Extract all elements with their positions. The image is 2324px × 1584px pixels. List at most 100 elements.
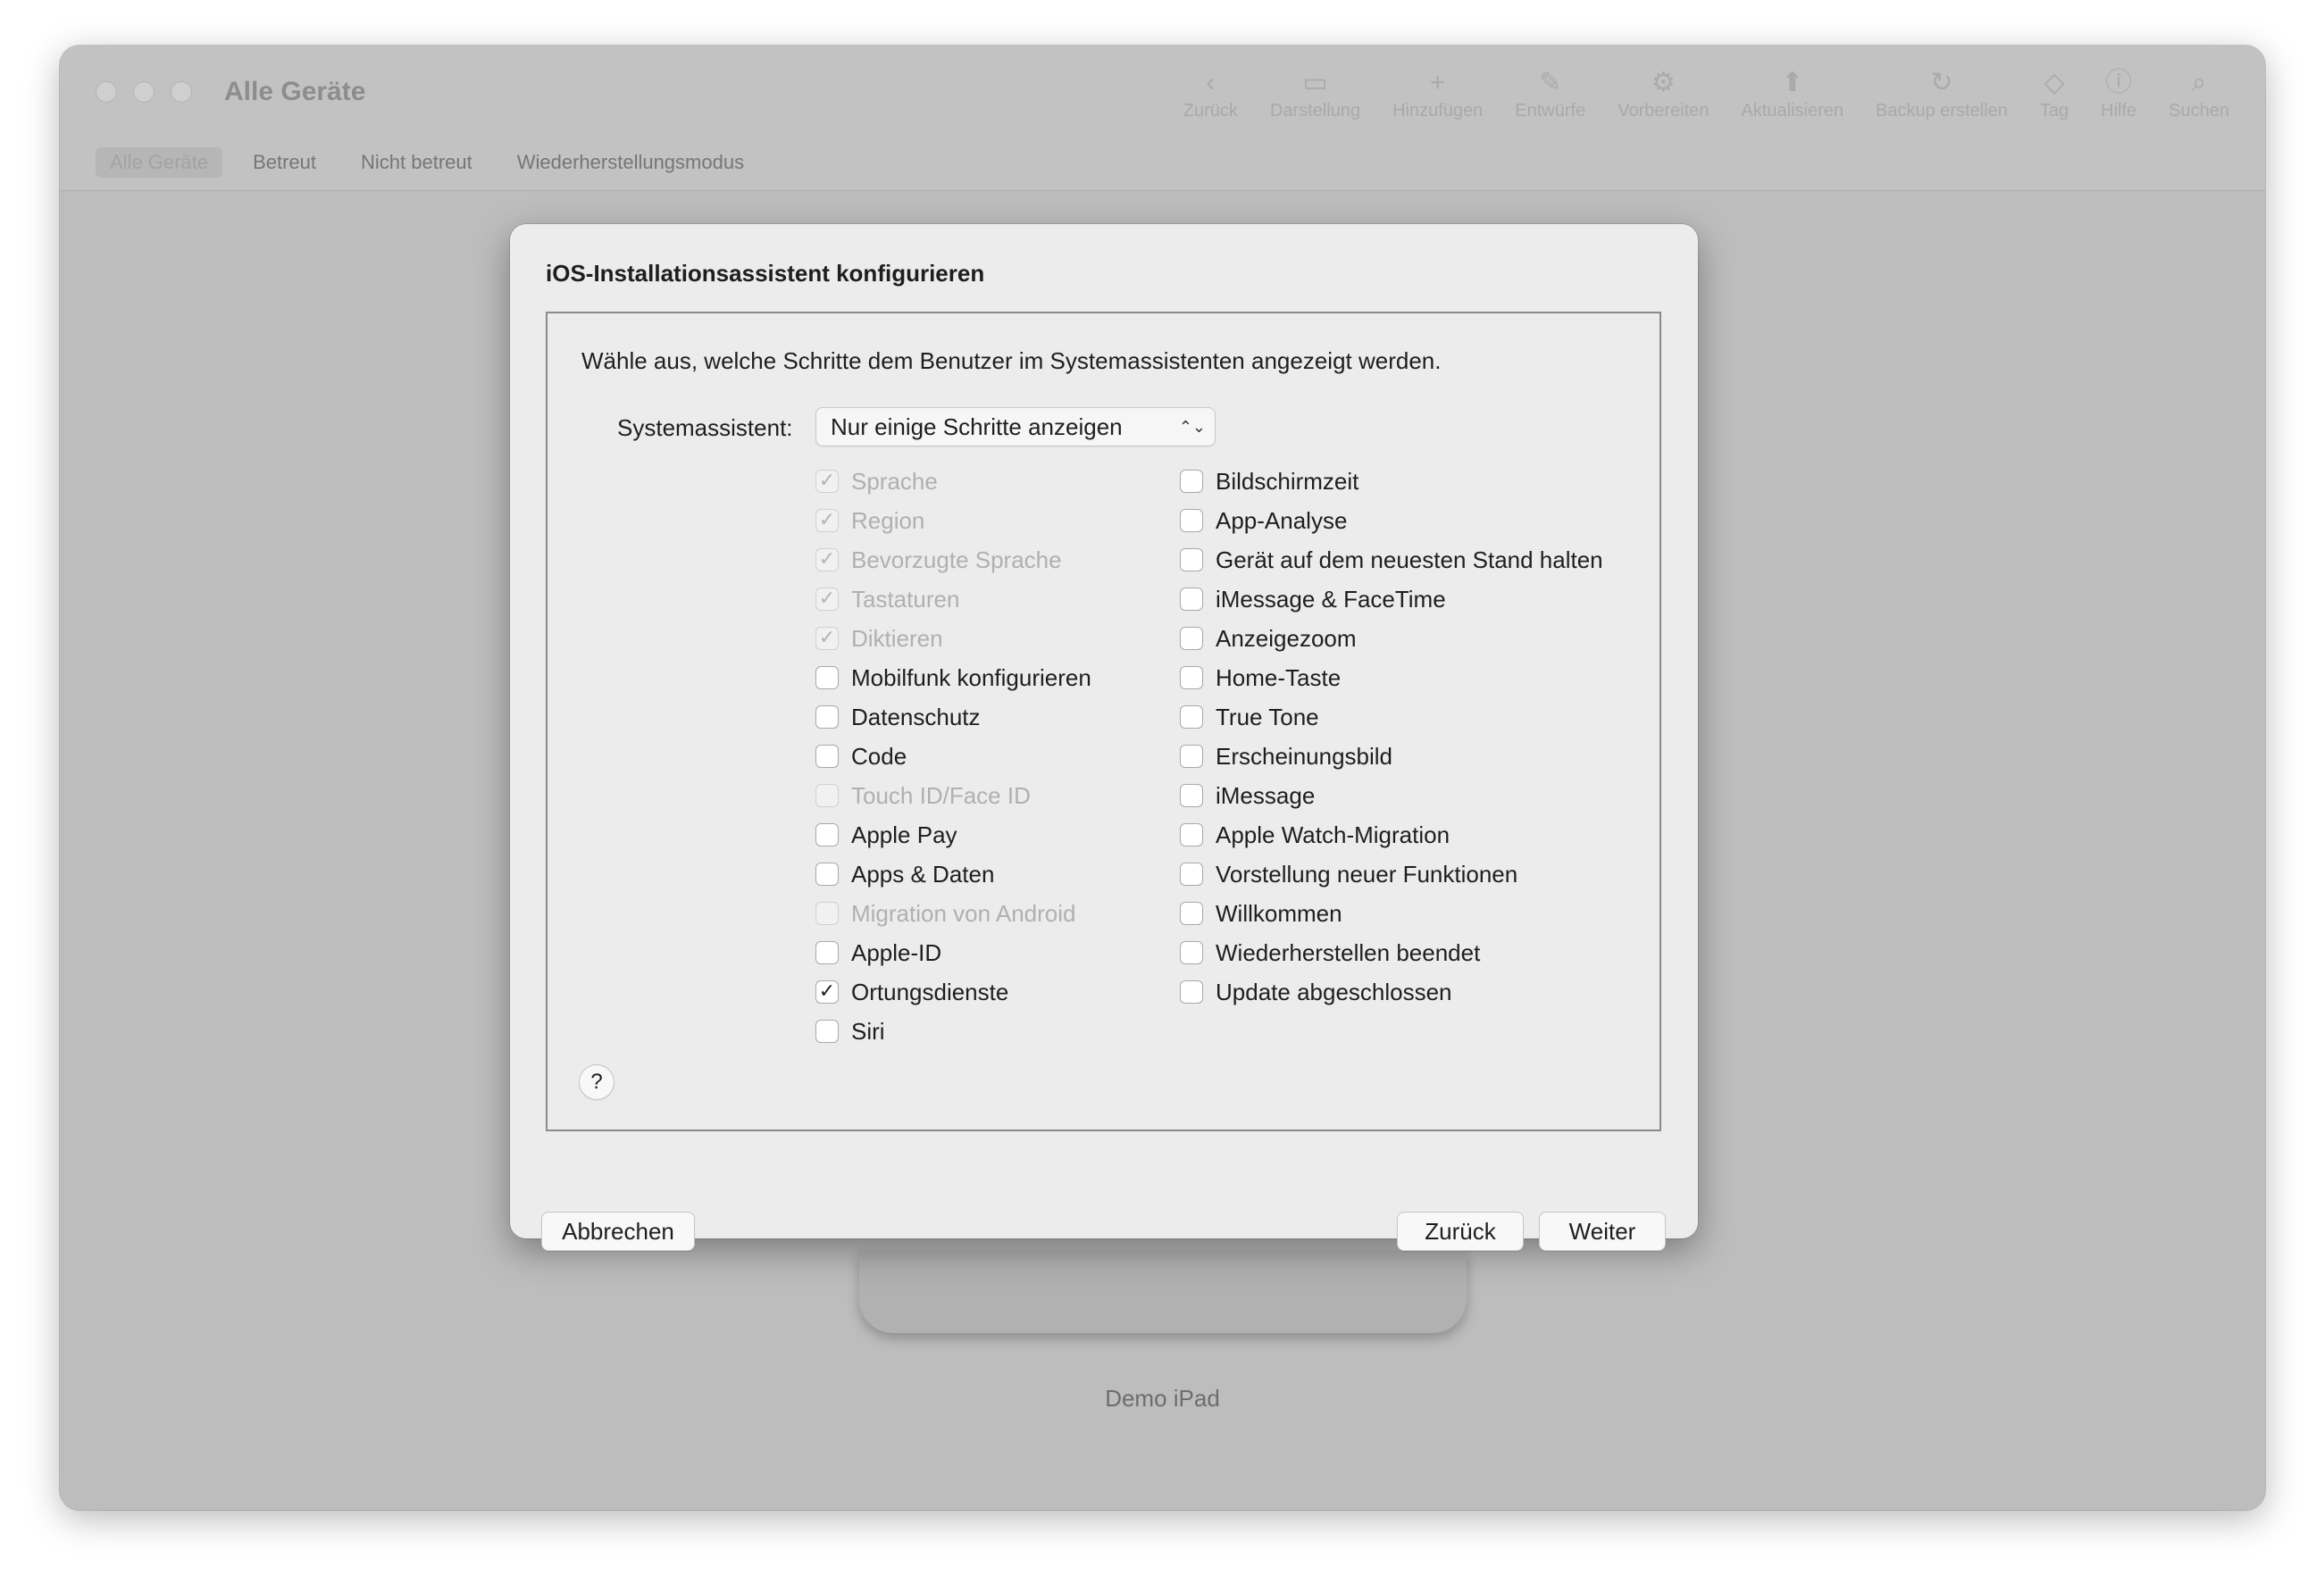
toolbar-item-darstellung[interactable]: ▭ Darstellung	[1254, 65, 1376, 121]
tab-nicht-betreut[interactable]: Nicht betreut	[347, 147, 487, 178]
back-button[interactable]: Zurück	[1398, 1213, 1523, 1250]
checkbox[interactable]	[1180, 627, 1203, 650]
step-checkbox-row: ✓ Bevorzugte Sprache	[815, 540, 1091, 579]
checkbox[interactable]	[815, 1020, 839, 1043]
step-checkbox-row: ✓ Tastaturen	[815, 579, 1091, 619]
step-checkbox-row[interactable]: Update abgeschlossen	[1180, 972, 1603, 1012]
toolbar-item-label: Entwürfe	[1515, 101, 1586, 121]
intro-text: Wähle aus, welche Schritte dem Benutzer …	[581, 347, 1442, 374]
step-label: Tastaturen	[851, 585, 960, 613]
step-label: Sprache	[851, 467, 938, 495]
checkbox[interactable]	[1180, 705, 1203, 729]
checkmark-checkbox: ✓	[815, 470, 839, 493]
checkmark-checkbox: ✓	[815, 548, 839, 571]
checkbox[interactable]	[815, 666, 839, 689]
assistant-popup-button[interactable]: Nur einige Schritte anzeigen ⌃⌄	[816, 408, 1215, 446]
step-checkbox-row[interactable]: Apps & Daten	[815, 855, 1091, 894]
step-checkbox-row[interactable]: Bildschirmzeit	[1180, 462, 1603, 501]
step-label: Apple Pay	[851, 821, 957, 848]
checkbox[interactable]	[815, 823, 839, 846]
step-checkbox-row[interactable]: True Tone	[1180, 697, 1603, 737]
step-checkbox-row[interactable]: Datenschutz	[815, 697, 1091, 737]
step-label: Gerät auf dem neuesten Stand halten	[1216, 546, 1603, 573]
toolbar-item-backup-erstellen[interactable]: ↻ Backup erstellen	[1860, 65, 2024, 121]
toolbar-item-aktualisieren[interactable]: ⬆ Aktualisieren	[1726, 65, 1860, 121]
step-label: Diktieren	[851, 624, 943, 652]
steps-column-left: ✓ Sprache ✓ Region ✓ Bevorzugte Sprache ✓ Tasta…	[815, 462, 1091, 1051]
step-checkbox-row[interactable]: Home-Taste	[1180, 658, 1603, 697]
chevron-left-icon: ‹	[1206, 68, 1216, 97]
checkbox[interactable]	[815, 705, 839, 729]
step-checkbox-row[interactable]: App-Analyse	[1180, 501, 1603, 540]
tab-alle-geräte[interactable]: Alle Geräte	[96, 147, 223, 178]
cancel-button[interactable]: Abbrechen	[542, 1213, 694, 1250]
checkbox[interactable]	[815, 941, 839, 964]
step-label: Siri	[851, 1017, 885, 1045]
toolbar-item-hilfe[interactable]: ⓘ Hilfe	[2085, 65, 2153, 121]
checkbox[interactable]	[1180, 863, 1203, 886]
toolbar-item-hinzufügen[interactable]: + Hinzufügen	[1376, 65, 1499, 121]
step-checkbox-row[interactable]: Wiederherstellen beendet	[1180, 933, 1603, 972]
step-checkbox-row[interactable]: iMessage	[1180, 776, 1603, 815]
step-label: Apps & Daten	[851, 860, 995, 888]
step-checkbox-row[interactable]: Code	[815, 737, 1091, 776]
step-checkbox-row[interactable]: Mobilfunk konfigurieren	[815, 658, 1091, 697]
step-label: Erscheinungsbild	[1216, 742, 1393, 770]
step-checkbox-row[interactable]: ✓ Ortungsdienste	[815, 972, 1091, 1012]
step-checkbox-row[interactable]: Vorstellung neuer Funktionen	[1180, 855, 1603, 894]
toolbar-item-zurück[interactable]: ‹ Zurück	[1167, 65, 1254, 121]
toolbar-item-label: Suchen	[2169, 101, 2229, 121]
checkbox[interactable]	[1180, 823, 1203, 846]
checkbox	[815, 902, 839, 925]
checkbox[interactable]	[1180, 588, 1203, 611]
toolbar-item-tag[interactable]: ◇ Tag	[2024, 65, 2085, 121]
checkbox[interactable]	[815, 863, 839, 886]
toolbar-item-label: Tag	[2039, 101, 2069, 121]
step-checkbox-row[interactable]: Apple Pay	[815, 815, 1091, 855]
tag-icon: ◇	[2044, 68, 2065, 97]
next-button[interactable]: Weiter	[1540, 1213, 1665, 1250]
step-label: True Tone	[1216, 703, 1319, 730]
checkbox[interactable]	[1180, 784, 1203, 807]
checkbox[interactable]	[1180, 509, 1203, 532]
close-window-button[interactable]	[96, 81, 117, 103]
step-checkbox-row[interactable]: iMessage & FaceTime	[1180, 579, 1603, 619]
step-label: Anzeigezoom	[1216, 624, 1357, 652]
toolbar-item-label: Hinzufügen	[1392, 101, 1484, 121]
zoom-window-button[interactable]	[171, 81, 192, 103]
setup-assistant-dialog: iOS-Installationsassistent konfigurieren…	[510, 224, 1698, 1250]
step-label: Wiederherstellen beendet	[1216, 938, 1481, 966]
step-checkbox-row[interactable]: Gerät auf dem neuesten Stand halten	[1180, 540, 1603, 579]
toolbar-item-entwürfe[interactable]: ✎ Entwürfe	[1499, 65, 1601, 121]
tab-wiederherstellungsmodus[interactable]: Wiederherstellungsmodus	[503, 147, 758, 178]
step-label: Code	[851, 742, 907, 770]
prepare-icon: ⚙	[1651, 68, 1676, 97]
checkmark-checkbox[interactable]: ✓	[815, 980, 839, 1004]
step-label: Home-Taste	[1216, 663, 1342, 691]
step-checkbox-row: ✓ Sprache	[815, 462, 1091, 501]
step-checkbox-row[interactable]: Anzeigezoom	[1180, 619, 1603, 658]
minimize-window-button[interactable]	[133, 81, 155, 103]
chevron-up-down-icon: ⌃⌄	[1178, 418, 1206, 436]
toolbar-item-vorbereiten[interactable]: ⚙ Vorbereiten	[1601, 65, 1725, 121]
checkbox[interactable]	[1180, 470, 1203, 493]
checkbox[interactable]	[1180, 548, 1203, 571]
checkbox[interactable]	[1180, 980, 1203, 1004]
checkbox[interactable]	[1180, 941, 1203, 964]
step-checkbox-row[interactable]: Erscheinungsbild	[1180, 737, 1603, 776]
tab-betreut[interactable]: Betreut	[238, 147, 330, 178]
checkbox[interactable]	[1180, 902, 1203, 925]
help-button[interactable]: ?	[580, 1065, 614, 1099]
toolbar-item-label: Hilfe	[2101, 101, 2137, 121]
view-icon: ▭	[1302, 68, 1328, 97]
step-checkbox-row[interactable]: Apple-ID	[815, 933, 1091, 972]
step-checkbox-row[interactable]: Siri	[815, 1012, 1091, 1051]
steps-column-right: Bildschirmzeit App-Analyse Gerät auf dem n…	[1180, 462, 1603, 1012]
checkbox[interactable]	[1180, 745, 1203, 768]
checkbox[interactable]	[1180, 666, 1203, 689]
title-bar: Alle Geräte ‹ Zurück ▭ Darstellung + Hinzufüg…	[60, 46, 2265, 191]
checkbox[interactable]	[815, 745, 839, 768]
step-checkbox-row[interactable]: Willkommen	[1180, 894, 1603, 933]
step-checkbox-row[interactable]: Apple Watch-Migration	[1180, 815, 1603, 855]
toolbar-item-suchen[interactable]: ⌕ Suchen	[2153, 65, 2245, 121]
